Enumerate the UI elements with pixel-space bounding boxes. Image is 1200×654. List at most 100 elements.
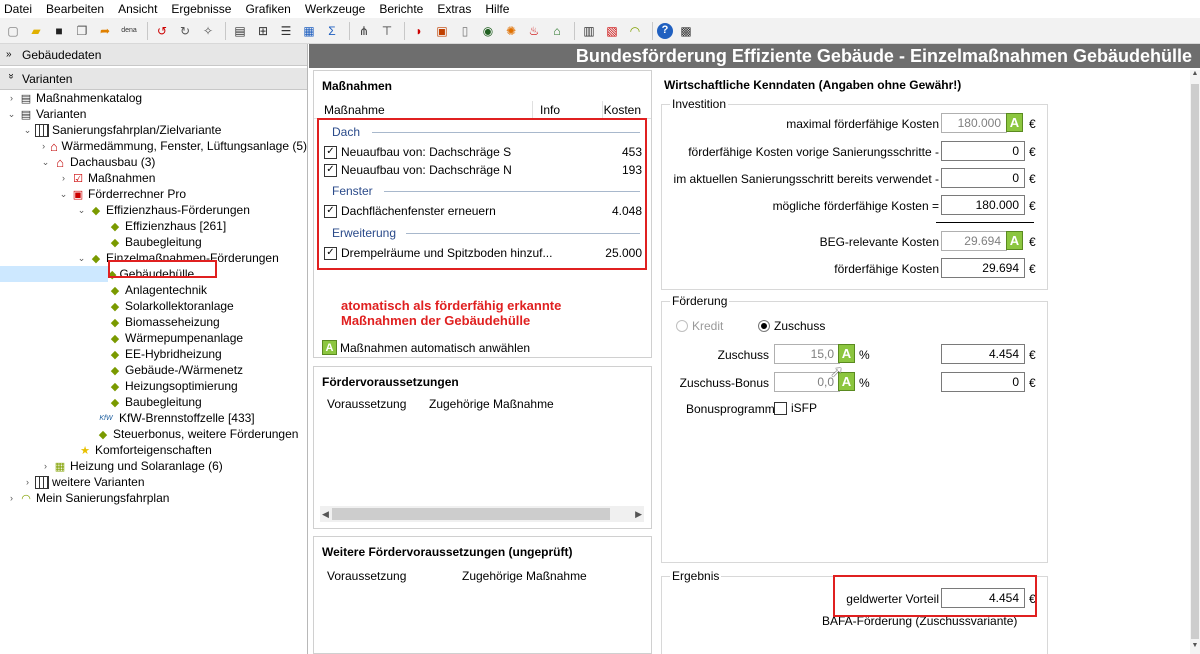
auto-a-icon[interactable]: A (838, 344, 855, 363)
scrollbar-thumb[interactable] (1191, 84, 1199, 639)
pdf-icon[interactable]: ▧ (602, 21, 622, 41)
menu-datei[interactable]: Datei (4, 2, 32, 16)
chevron-down-icon[interactable]: ⌄ (76, 253, 87, 264)
scroll-right-icon[interactable]: ▶ (635, 509, 642, 520)
massnahme-row[interactable]: ✓ Neuaufbau von: Dachschräge S 453 (324, 143, 642, 161)
chevron-right-icon[interactable]: › (40, 141, 47, 151)
tree-item-baubegleitung-eh[interactable]: ◆ Baubegleitung (0, 234, 307, 250)
tree-item-heizung-solar[interactable]: › ▦ Heizung und Solaranlage (6) (0, 458, 307, 474)
massnahme-row[interactable]: ✓ Dachflächenfenster erneuern 4.048 (324, 202, 642, 220)
auto-a-icon[interactable]: A (1006, 113, 1023, 132)
print-icon[interactable]: ▥ (579, 21, 599, 41)
tree-item-komforteigenschaften[interactable]: ★ Komforteigenschaften (0, 442, 307, 458)
calendar-icon[interactable]: ▦ (299, 21, 319, 41)
varianten-header[interactable]: » Varianten (0, 68, 307, 90)
menu-hilfe[interactable]: Hilfe (485, 2, 509, 16)
gebaeudedaten-header[interactable]: » Gebäudedaten (0, 44, 307, 66)
open-folder-icon[interactable]: ▰ (26, 21, 46, 41)
copy-icon[interactable]: ❐ (72, 21, 92, 41)
vorige-kosten-input[interactable]: 0 (941, 141, 1025, 161)
chevron-down-icon[interactable]: ⌄ (76, 205, 87, 216)
new-file-icon[interactable]: ▢ (3, 21, 23, 41)
document-icon[interactable]: ▤ (230, 21, 250, 41)
hierarchy-icon[interactable]: ⊤ (377, 21, 397, 41)
massnahme-row[interactable]: ✓ Neuaufbau von: Dachschräge N 193 (324, 161, 642, 179)
tree-item-massnahmenkatalog[interactable]: › ▤ Maßnahmenkatalog (0, 90, 307, 106)
horizontal-scrollbar[interactable]: ◀ ▶ (320, 506, 644, 522)
report-icon[interactable]: ▣ (432, 21, 452, 41)
auto-a-icon[interactable]: A (1006, 231, 1023, 250)
bereits-verwendet-input[interactable]: 0 (941, 168, 1025, 188)
col-zugehoerige-massnahme[interactable]: Zugehörige Maßnahme (429, 397, 554, 411)
tree-item-gebaeudehuelle[interactable]: ◆ Gebäudehülle (0, 266, 194, 282)
tree-item-waermedaemmung[interactable]: › ⌂ Wärmedämmung, Fenster, Lüftungsanlag… (0, 138, 307, 154)
checkbox[interactable]: ✓ (324, 163, 337, 177)
chevron-right-icon[interactable]: › (40, 461, 51, 471)
col-voraussetzung[interactable]: Voraussetzung (327, 569, 406, 583)
col-voraussetzung[interactable]: Voraussetzung (327, 397, 406, 411)
roadmap-icon[interactable]: ◠ (625, 21, 645, 41)
export-folder-icon[interactable]: ➦ (95, 21, 115, 41)
tree-item-varianten[interactable]: ⌄ ▤ Varianten (0, 106, 307, 122)
split-icon[interactable]: ⊞ (253, 21, 273, 41)
chevron-down-icon[interactable]: ⌄ (40, 157, 51, 168)
sum-icon[interactable]: Σ (322, 21, 342, 41)
save-icon[interactable]: ■ (49, 21, 69, 41)
tree-item-waermenetz[interactable]: ◆ Gebäude-/Wärmenetz (0, 362, 307, 378)
scroll-up-icon[interactable]: ▲ (1190, 70, 1200, 82)
checkbox[interactable]: ✓ (324, 246, 337, 260)
flame-icon[interactable]: ♨ (524, 21, 544, 41)
menu-berichte[interactable]: Berichte (379, 2, 423, 16)
radio-button[interactable] (676, 320, 688, 332)
chevron-right-icon[interactable]: › (58, 173, 69, 183)
scroll-down-icon[interactable]: ▼ (1190, 642, 1200, 654)
checkbox[interactable]: ✓ (324, 204, 337, 218)
col-massnahme[interactable]: Maßnahme (324, 103, 385, 117)
wizard-icon[interactable]: ✧ (198, 21, 218, 41)
tree-item-effizienzhaus[interactable]: ◆ Effizienzhaus [261] (0, 218, 307, 234)
radio-button[interactable] (758, 320, 770, 332)
tree-item-sanierungsfahrplan[interactable]: ⌄ Sanierungsfahrplan/Zielvariante (0, 122, 307, 138)
tree-item-effizienzhaus-foerderungen[interactable]: ⌄ ◆ Effizienzhaus-Förderungen (0, 202, 307, 218)
tree-item-waermepumpenanlage[interactable]: ◆ Wärmepumpenanlage (0, 330, 307, 346)
tree-item-steuerbonus[interactable]: ◆ Steuerbonus, weitere Förderungen (0, 426, 307, 442)
tree-item-massnahmen[interactable]: › ☑ Maßnahmen (0, 170, 307, 186)
help-doc-icon[interactable]: ▯ (455, 21, 475, 41)
tree-item-weitere-varianten[interactable]: › weitere Varianten (0, 474, 307, 490)
checkbox[interactable] (774, 401, 787, 415)
chevron-down-icon[interactable]: ⌄ (6, 109, 17, 120)
vertical-scrollbar[interactable]: ▲ ▼ (1190, 70, 1200, 654)
network-icon[interactable]: ⋔ (354, 21, 374, 41)
menu-ansicht[interactable]: Ansicht (118, 2, 157, 16)
hat-icon[interactable]: ◗ (409, 21, 429, 41)
tree-item-baubegleitung-em[interactable]: ◆ Baubegleitung (0, 394, 307, 410)
globe-icon[interactable]: ◉ (478, 21, 498, 41)
refresh-icon[interactable]: ↻ (175, 21, 195, 41)
radio-kredit[interactable]: Kredit (676, 316, 723, 336)
col-zugehoerige-massnahme[interactable]: Zugehörige Maßnahme (462, 569, 587, 583)
chevron-right-icon[interactable]: › (22, 477, 33, 487)
col-info[interactable]: Info (540, 103, 560, 117)
tree-item-heizungsoptimierung[interactable]: ◆ Heizungsoptimierung (0, 378, 307, 394)
home-icon[interactable]: ⌂ (547, 21, 567, 41)
tree-item-dachausbau[interactable]: ⌄ ⌂ Dachausbau (3) (0, 154, 307, 170)
checkbox[interactable]: ✓ (324, 145, 337, 159)
chevron-right-icon[interactable]: › (6, 93, 17, 103)
tree-item-anlagentechnik[interactable]: ◆ Anlagentechnik (0, 282, 307, 298)
tree-item-ee-hybridheizung[interactable]: ◆ EE-Hybridheizung (0, 346, 307, 362)
isfp-checkbox[interactable]: iSFP (774, 398, 817, 418)
chevron-right-icon[interactable]: › (6, 493, 17, 503)
menu-ergebnisse[interactable]: Ergebnisse (171, 2, 231, 16)
tree-item-kfw-brennstoffzelle[interactable]: KfW KfW-Brennstoffzelle [433] (0, 410, 307, 426)
menu-extras[interactable]: Extras (437, 2, 471, 16)
sun-icon[interactable]: ✺ (501, 21, 521, 41)
tree-item-einzelmassnahmen[interactable]: ⌄ ◆ Einzelmaßnahmen-Förderungen (0, 250, 307, 266)
menu-bearbeiten[interactable]: Bearbeiten (46, 2, 104, 16)
help-icon[interactable]: ? (657, 22, 673, 39)
tree-item-biomasseheizung[interactable]: ◆ Biomasseheizung (0, 314, 307, 330)
chevron-down-icon[interactable]: ⌄ (58, 189, 69, 200)
scroll-left-icon[interactable]: ◀ (322, 509, 329, 520)
tree-item-mein-sanierungsfahrplan[interactable]: › ◠ Mein Sanierungsfahrplan (0, 490, 307, 506)
list-icon[interactable]: ☰ (276, 21, 296, 41)
auto-select-option[interactable]: A Maßnahmen automatisch anwählen (322, 340, 530, 355)
